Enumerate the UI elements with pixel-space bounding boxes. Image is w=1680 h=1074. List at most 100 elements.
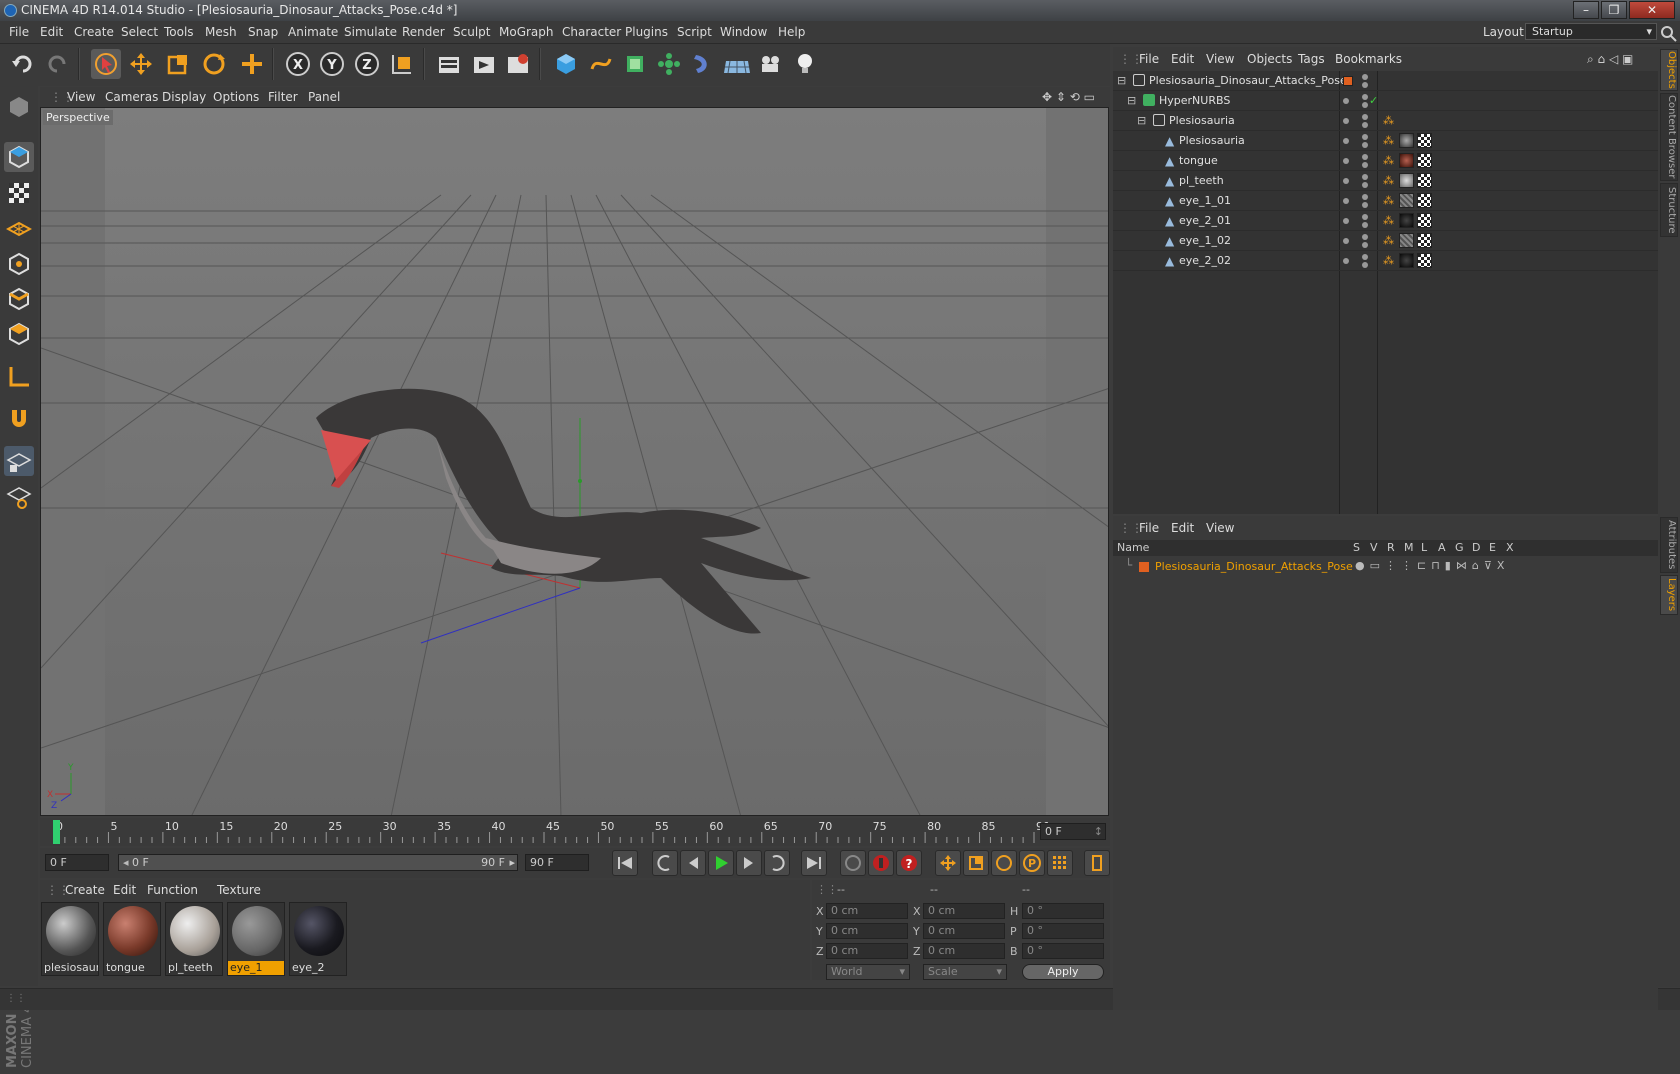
- visibility-dot[interactable]: [1362, 94, 1368, 100]
- render-dot[interactable]: [1362, 202, 1368, 208]
- menu-help[interactable]: Help: [778, 25, 805, 39]
- uvw-tag[interactable]: [1417, 133, 1432, 148]
- position-x-field[interactable]: 0 cm: [826, 903, 908, 919]
- render-dot[interactable]: [1362, 222, 1368, 228]
- minimize-button[interactable]: –: [1573, 1, 1599, 19]
- object-menu-view[interactable]: View: [1206, 52, 1234, 66]
- previous-frame-icon[interactable]: [680, 850, 706, 876]
- render-dot[interactable]: [1362, 262, 1368, 268]
- apply-button[interactable]: Apply: [1022, 964, 1104, 980]
- viewport-menu-cameras[interactable]: Cameras: [105, 90, 158, 104]
- object-row[interactable]: ▲ eye_1_01 ⁂: [1113, 191, 1658, 211]
- visibility-dot[interactable]: [1343, 258, 1349, 264]
- layout-select[interactable]: Startup ▾: [1525, 23, 1657, 40]
- phong-tag-icon[interactable]: ⁂: [1383, 114, 1395, 127]
- visibility-dot[interactable]: [1343, 178, 1349, 184]
- render-dot[interactable]: [1362, 242, 1368, 248]
- viewport-menu-display[interactable]: Display: [162, 90, 206, 104]
- search-icon[interactable]: [1658, 23, 1680, 45]
- axis-mode-icon[interactable]: [4, 362, 34, 392]
- object-menu-objects[interactable]: Objects: [1247, 52, 1292, 66]
- visibility-dot[interactable]: [1343, 118, 1349, 124]
- tab-structure[interactable]: Structure: [1660, 183, 1678, 237]
- menu-mograph[interactable]: MoGraph: [499, 25, 554, 39]
- tree-toggle-icon[interactable]: ⊟: [1137, 114, 1146, 127]
- menu-character[interactable]: Character: [562, 25, 621, 39]
- object-menu-tags[interactable]: Tags: [1298, 52, 1325, 66]
- rotation-h-field[interactable]: 0 °: [1022, 903, 1104, 919]
- menu-render[interactable]: Render: [402, 25, 445, 39]
- object-manager-nav-icons[interactable]: ⌕ ⌂ ◁ ▣: [1587, 52, 1633, 67]
- position-z-field[interactable]: 0 cm: [826, 943, 908, 959]
- phong-tag-icon[interactable]: ⁂: [1383, 194, 1395, 207]
- next-key-icon[interactable]: [764, 850, 790, 876]
- visibility-dot[interactable]: [1343, 138, 1349, 144]
- layer-color-swatch[interactable]: [1139, 562, 1149, 572]
- column-locked[interactable]: L: [1421, 541, 1427, 554]
- visibility-dot[interactable]: [1362, 114, 1368, 120]
- maximize-button[interactable]: ❐: [1601, 1, 1627, 19]
- edges-mode-icon[interactable]: [4, 284, 34, 314]
- visibility-dot[interactable]: [1362, 134, 1368, 140]
- scale-icon[interactable]: [163, 49, 193, 79]
- magnet-icon[interactable]: [4, 404, 34, 434]
- playhead[interactable]: [53, 820, 60, 844]
- object-row[interactable]: ▲ tongue ⁂: [1113, 151, 1658, 171]
- timeline-ruler[interactable]: 051015202530354045505560657075808590 0 F…: [40, 818, 1110, 846]
- menu-tools[interactable]: Tools: [164, 25, 194, 39]
- material-tag[interactable]: [1399, 253, 1414, 268]
- uvw-tag[interactable]: [1417, 153, 1432, 168]
- current-frame-field[interactable]: 0 F ↕: [1040, 823, 1106, 840]
- material-tag[interactable]: [1399, 193, 1414, 208]
- material-tag[interactable]: [1399, 233, 1414, 248]
- material-tag[interactable]: [1399, 213, 1414, 228]
- key-point-level-icon[interactable]: [1047, 850, 1073, 876]
- object-row[interactable]: ⊟ Plesiosauria_Dinosaur_Attacks_Pose: [1113, 71, 1658, 91]
- texture-mode-icon[interactable]: [4, 178, 34, 208]
- snap-grid-icon[interactable]: [4, 446, 34, 476]
- size-y-field[interactable]: 0 cm: [923, 923, 1005, 939]
- coordinate-system-icon[interactable]: [387, 49, 417, 79]
- tab-attributes[interactable]: Attributes: [1660, 517, 1678, 573]
- object-menu-bookmarks[interactable]: Bookmarks: [1335, 52, 1402, 66]
- uvw-tag[interactable]: [1417, 253, 1432, 268]
- nurbs-icon[interactable]: [620, 49, 650, 79]
- material-menu-function[interactable]: Function: [147, 883, 198, 897]
- column-generators[interactable]: G: [1455, 541, 1464, 554]
- next-frame-icon[interactable]: [736, 850, 762, 876]
- layer-row[interactable]: └ Plesiosauria_Dinosaur_Attacks_Pose ●▭⋮…: [1113, 558, 1658, 576]
- spline-pen-icon[interactable]: [586, 49, 616, 79]
- play-icon[interactable]: [708, 850, 734, 876]
- uvw-tag[interactable]: [1417, 173, 1432, 188]
- render-dot[interactable]: [1362, 122, 1368, 128]
- record-position-icon[interactable]: [840, 850, 866, 876]
- material-menu-create[interactable]: Create: [65, 883, 105, 897]
- position-y-field[interactable]: 0 cm: [826, 923, 908, 939]
- key-scale-icon[interactable]: [963, 850, 989, 876]
- object-row[interactable]: ▲ eye_2_02 ⁂: [1113, 251, 1658, 271]
- go-to-start-icon[interactable]: [612, 850, 638, 876]
- cube-icon[interactable]: [551, 49, 581, 79]
- y-axis-icon[interactable]: Y: [317, 49, 347, 79]
- viewport-nav-icons[interactable]: ✥ ⇕ ⟲ ▭: [1042, 90, 1095, 104]
- object-menu-file[interactable]: File: [1139, 52, 1159, 66]
- frame-range-slider[interactable]: ◂ 0 F 90 F ▸: [118, 854, 518, 871]
- render-dot[interactable]: [1362, 102, 1368, 108]
- phong-tag-icon[interactable]: ⁂: [1383, 134, 1395, 147]
- locked-workplane-icon[interactable]: [4, 482, 34, 512]
- object-menu-edit[interactable]: Edit: [1171, 52, 1194, 66]
- rotation-b-field[interactable]: 0 °: [1022, 943, 1104, 959]
- light-icon[interactable]: [790, 49, 820, 79]
- x-axis-icon[interactable]: X: [283, 49, 313, 79]
- menu-snap[interactable]: Snap: [248, 25, 278, 39]
- phong-tag-icon[interactable]: ⁂: [1383, 154, 1395, 167]
- z-axis-icon[interactable]: Z: [352, 49, 382, 79]
- model-mode-icon[interactable]: [4, 142, 34, 172]
- deformer-icon[interactable]: [688, 49, 718, 79]
- material-swatch[interactable]: plesiosauri: [41, 902, 99, 976]
- start-frame-field[interactable]: 0 F: [45, 854, 109, 871]
- viewport-camera-label[interactable]: Perspective: [43, 110, 113, 125]
- end-frame-field[interactable]: 90 F: [525, 854, 589, 871]
- tab-layers[interactable]: Layers: [1660, 575, 1678, 615]
- material-swatch[interactable]: eye_2: [289, 902, 347, 976]
